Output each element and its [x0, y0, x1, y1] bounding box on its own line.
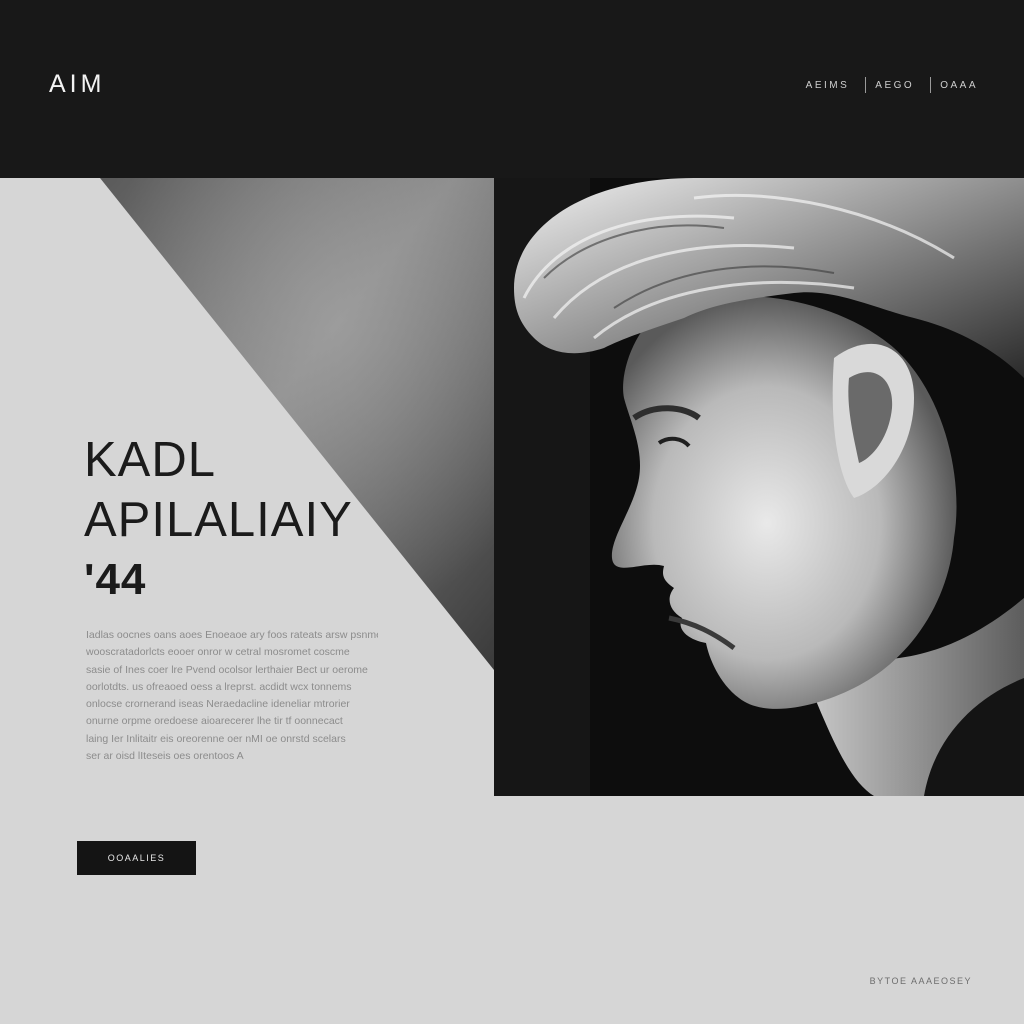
nav-divider	[865, 77, 867, 93]
body-line: ser ar oisd lIteseis oes orentoos A	[86, 750, 244, 763]
nav-item-2[interactable]: AEGO	[875, 80, 914, 91]
body-line: onlocse crornerand iseas Neraedacline id…	[86, 698, 350, 711]
nav-item-3[interactable]: OAAA	[940, 80, 978, 91]
nav-divider	[930, 77, 932, 93]
portrait-illustration	[494, 178, 1024, 796]
body-line: Iadlas oocnes oans aoes Enoeaoe ary foos…	[86, 629, 378, 641]
body-line: sasie of Ines coer lre Pvend ocolsor ler…	[86, 663, 368, 676]
portrait-image	[494, 178, 1024, 796]
hero-title: KADL APILALIAIY '44	[84, 430, 353, 610]
nav-item-1[interactable]: AEIMS	[806, 80, 850, 91]
site-header: AIM AEIMS AEGO OAAA	[0, 0, 1024, 178]
footer-note: BYTOE AAAEOSEY	[869, 976, 972, 986]
site-logo[interactable]: AIM	[49, 70, 105, 99]
body-line: onurne orpme oredoese aioarecerer lhe ti…	[86, 715, 343, 728]
hero-title-year: '44	[84, 555, 147, 604]
body-line: oorlotdts. us ofreaoed oess a lreprst. a…	[86, 680, 352, 693]
hero-title-line-1: KADL	[84, 433, 217, 487]
cta-button[interactable]: OOAALIES	[77, 841, 196, 875]
main-nav: AEIMS AEGO OAAA	[806, 77, 978, 93]
hero-title-line-2: APILALIAIY	[84, 493, 353, 547]
hero-body-copy: Iadlas oocnes oans aoes Enoeaoe ary foos…	[86, 627, 378, 765]
body-line: wooscratadorlcts eooer onror w cetral mo…	[86, 646, 350, 659]
body-line: laing Ier Inlitaitr eis oreorenne oer nM…	[86, 732, 346, 745]
